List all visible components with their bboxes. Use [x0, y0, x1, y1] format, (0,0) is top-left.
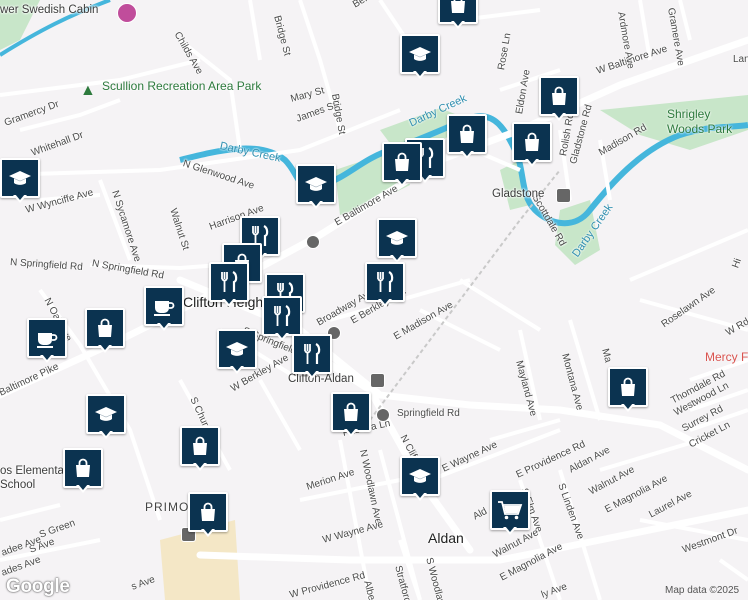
shopping-bag-icon: [391, 151, 413, 173]
poi-pin-restaurant[interactable]: [292, 334, 334, 382]
poi-pin-school[interactable]: [296, 164, 338, 212]
train-station-icon[interactable]: [370, 373, 385, 388]
fork-knife-icon: [218, 270, 240, 294]
place-label[interactable]: Scullion Recreation Area Park: [102, 79, 261, 94]
graduation-cap-icon: [385, 228, 409, 248]
shopping-bag-icon: [447, 0, 469, 15]
fork-knife-icon: [374, 270, 396, 294]
shopping-bag-icon: [617, 376, 639, 398]
street-label: Lan: [733, 54, 748, 65]
place-label[interactable]: wer Swedish Cabin: [0, 4, 98, 16]
poi-pin-school[interactable]: [217, 329, 259, 377]
poi-pin-restaurant[interactable]: [209, 262, 251, 310]
town-label: Aldan: [428, 530, 464, 546]
museum-icon[interactable]: [117, 3, 137, 23]
graduation-cap-icon: [94, 404, 118, 424]
poi-pin-shopping[interactable]: [447, 114, 489, 162]
shopping-bag-icon: [72, 457, 94, 479]
poi-pin-grocery[interactable]: [490, 490, 532, 538]
graduation-cap-icon: [8, 168, 32, 188]
shopping-bag-icon: [197, 501, 219, 523]
map-canvas[interactable]: Childs Ave Bridge St Mary St James St Br…: [0, 0, 748, 600]
shopping-bag-icon: [189, 435, 211, 457]
poi-pin-shopping[interactable]: [63, 448, 105, 496]
coffee-cup-icon: [35, 327, 59, 349]
shopping-cart-icon: [497, 499, 523, 521]
poi-pin-shopping[interactable]: [85, 308, 127, 356]
poi-pin-shopping[interactable]: [188, 492, 230, 540]
map-attribution: Map data ©2025: [665, 585, 740, 596]
poi-pin-school[interactable]: [400, 456, 442, 504]
shopping-bag-icon: [548, 85, 570, 107]
poi-pin-school[interactable]: [86, 394, 128, 442]
place-label[interactable]: Shrigley Woods Park: [667, 107, 747, 137]
park-icon[interactable]: ▲: [80, 82, 96, 100]
coffee-cup-icon: [152, 295, 176, 317]
place-label[interactable]: Mercy F: [705, 350, 748, 364]
train-station-icon[interactable]: [556, 188, 571, 203]
poi-pin-shopping[interactable]: [180, 426, 222, 474]
poi-pin-school[interactable]: [400, 34, 442, 82]
train-station-icon[interactable]: [306, 235, 320, 249]
poi-pin-school[interactable]: [0, 158, 42, 206]
graduation-cap-icon: [408, 466, 432, 486]
poi-pin-cafe[interactable]: [27, 318, 69, 366]
poi-pin-school[interactable]: [377, 218, 419, 266]
graduation-cap-icon: [408, 44, 432, 64]
poi-pin-shopping[interactable]: [608, 367, 650, 415]
google-logo: Google: [6, 576, 70, 597]
poi-pin-restaurant[interactable]: [365, 262, 407, 310]
fork-knife-icon: [301, 342, 323, 366]
graduation-cap-icon: [225, 339, 249, 359]
shopping-bag-icon: [521, 131, 543, 153]
poi-pin-shopping[interactable]: [512, 122, 554, 170]
train-station-icon[interactable]: [376, 408, 390, 422]
shopping-bag-icon: [340, 401, 362, 423]
shopping-bag-icon: [94, 317, 116, 339]
graduation-cap-icon: [304, 174, 328, 194]
shopping-bag-icon: [456, 123, 478, 145]
fork-knife-icon: [271, 304, 293, 328]
poi-pin-shopping[interactable]: [382, 142, 424, 190]
poi-pin-shopping[interactable]: [438, 0, 480, 32]
poi-pin-cafe[interactable]: [144, 286, 186, 334]
place-label[interactable]: Gladstone: [492, 188, 544, 200]
poi-pin-shopping[interactable]: [331, 392, 373, 440]
poi-pin-shopping[interactable]: [539, 76, 581, 124]
street-label: Springfield Rd: [397, 408, 460, 419]
